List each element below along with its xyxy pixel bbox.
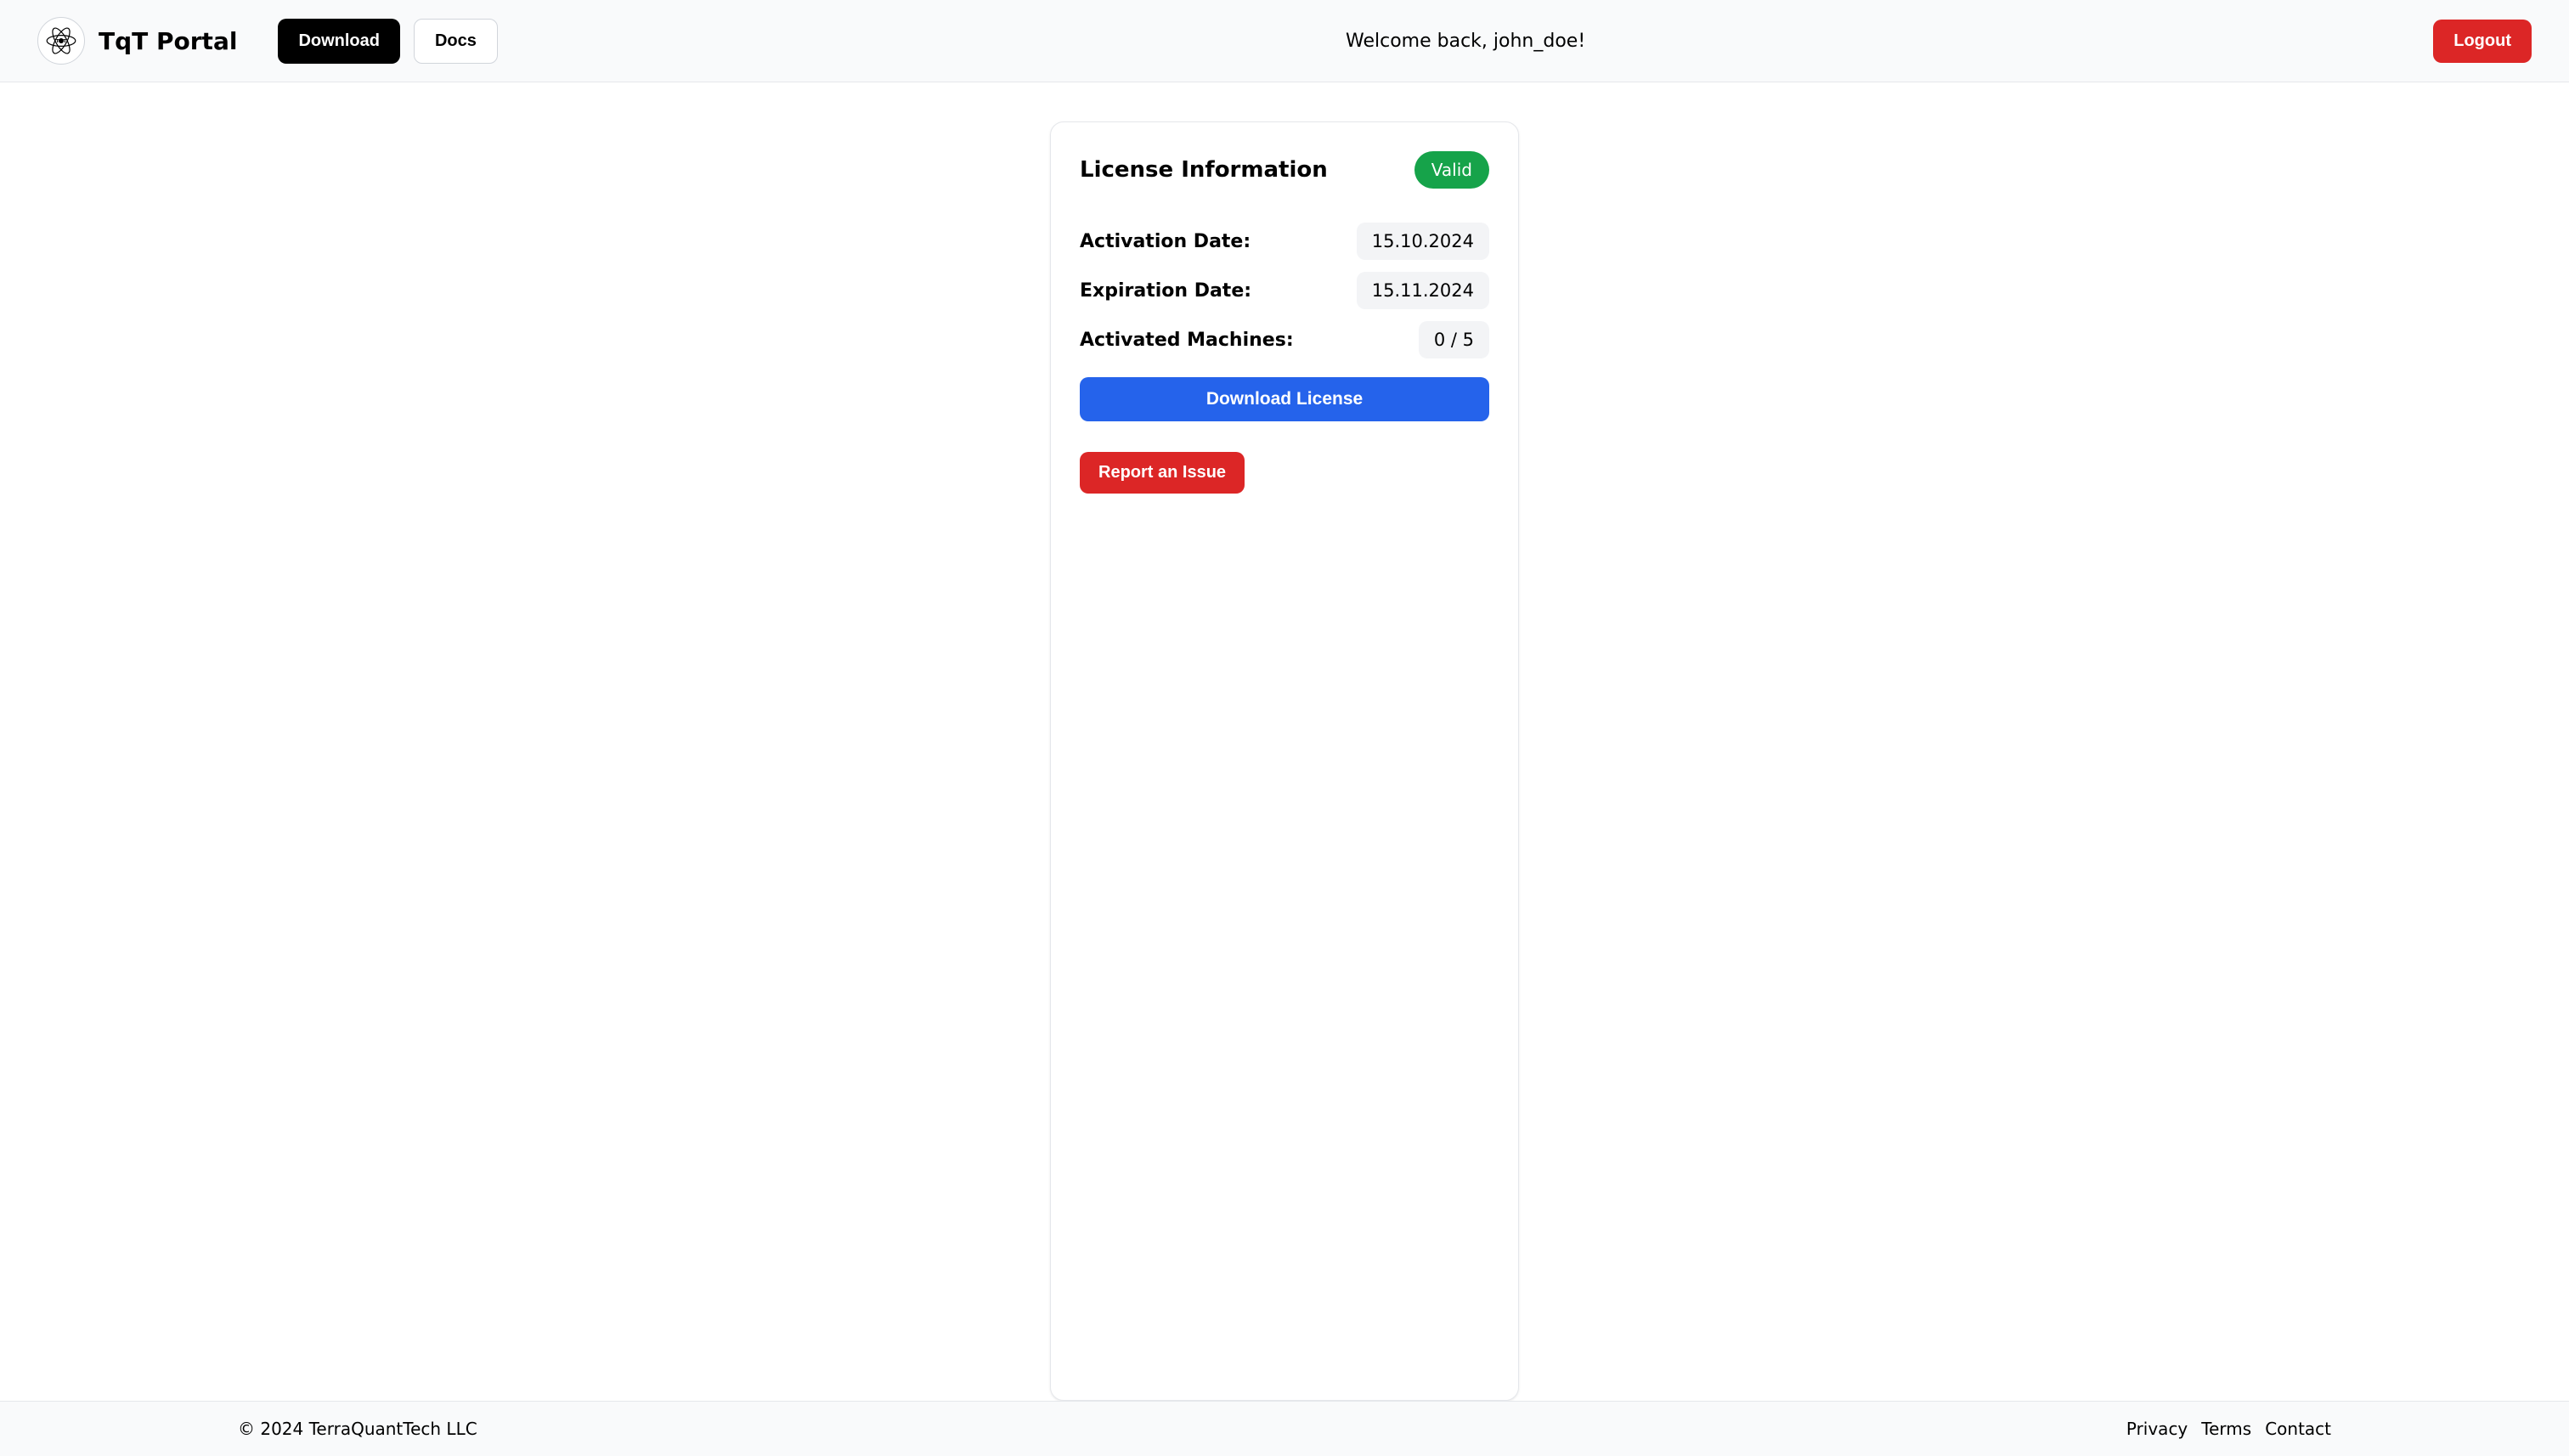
svg-text:TQT: TQT — [56, 39, 67, 44]
main-content: License Information Valid Activation Dat… — [0, 82, 2569, 1401]
activation-date-label: Activation Date: — [1080, 231, 1251, 252]
atom-logo-icon: TQT — [37, 17, 85, 65]
expiration-date-label: Expiration Date: — [1080, 280, 1251, 302]
contact-link[interactable]: Contact — [2265, 1419, 2331, 1439]
card-title: License Information — [1080, 157, 1328, 183]
footer-links: Privacy Terms Contact — [2126, 1419, 2331, 1439]
docs-button[interactable]: Docs — [414, 19, 498, 64]
copyright-text: © 2024 TerraQuantTech LLC — [238, 1419, 477, 1439]
card-header: License Information Valid — [1080, 151, 1489, 189]
brand[interactable]: TQT TqT Portal — [37, 17, 237, 65]
status-badge: Valid — [1414, 151, 1489, 189]
info-row-expiration: Expiration Date: 15.11.2024 — [1080, 272, 1489, 309]
activation-date-value: 15.10.2024 — [1357, 223, 1489, 260]
activated-machines-label: Activated Machines: — [1080, 330, 1294, 351]
footer: © 2024 TerraQuantTech LLC Privacy Terms … — [0, 1401, 2569, 1456]
logout-button[interactable]: Logout — [2433, 20, 2532, 63]
report-issue-button[interactable]: Report an Issue — [1080, 452, 1245, 494]
brand-name: TqT Portal — [99, 27, 237, 55]
download-license-button[interactable]: Download License — [1080, 377, 1489, 421]
license-card: License Information Valid Activation Dat… — [1050, 121, 1519, 1401]
nav-left: TQT TqT Portal Download Docs — [37, 17, 498, 65]
expiration-date-value: 15.11.2024 — [1357, 272, 1489, 309]
welcome-text: Welcome back, john_doe! — [1346, 31, 1585, 52]
info-row-machines: Activated Machines: 0 / 5 — [1080, 321, 1489, 358]
terms-link[interactable]: Terms — [2201, 1419, 2251, 1439]
activated-machines-value: 0 / 5 — [1419, 321, 1489, 358]
nav-buttons: Download Docs — [278, 19, 497, 64]
info-row-activation: Activation Date: 15.10.2024 — [1080, 223, 1489, 260]
privacy-link[interactable]: Privacy — [2126, 1419, 2188, 1439]
download-button[interactable]: Download — [278, 19, 400, 64]
navbar: TQT TqT Portal Download Docs Welcome bac… — [0, 0, 2569, 82]
